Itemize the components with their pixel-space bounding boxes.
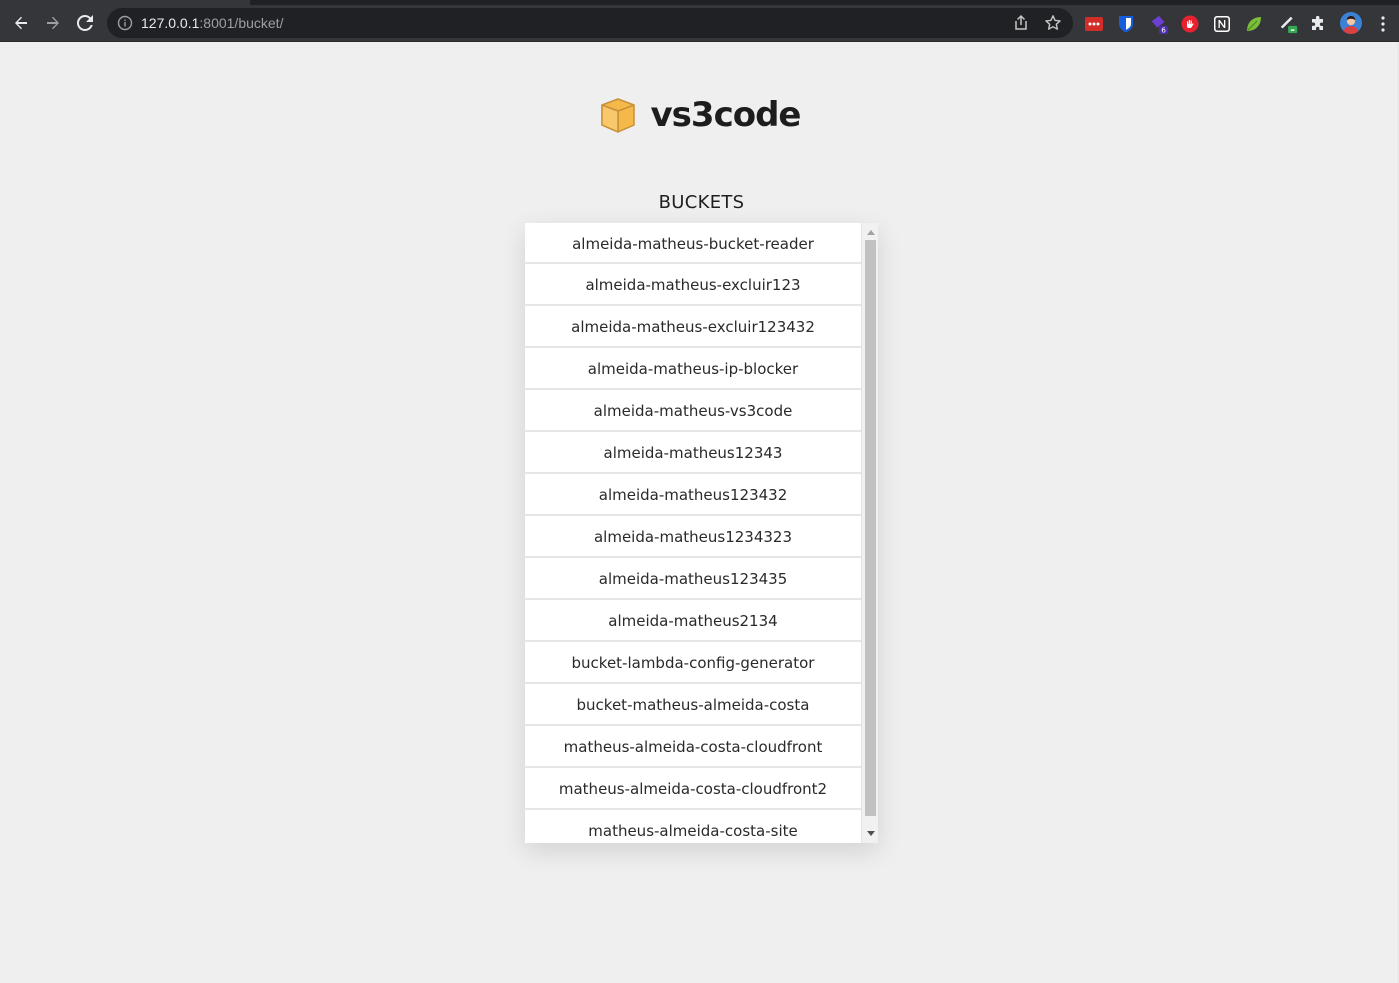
bucket-list-item[interactable]: bucket-lambda-config-generator bbox=[525, 642, 861, 684]
buckets-heading: BUCKETS bbox=[658, 192, 745, 213]
app-title: vs3code bbox=[650, 95, 802, 135]
bucket-list-item[interactable]: almeida-matheus-excluir123 bbox=[525, 264, 861, 306]
bucket-list-item[interactable]: bucket-matheus-almeida-costa bbox=[525, 684, 861, 726]
browser-menu-button[interactable] bbox=[1373, 14, 1393, 34]
url-text[interactable]: 127.0.0.1:8001/bucket/ bbox=[141, 15, 283, 31]
arrow-right-icon bbox=[47, 16, 59, 30]
info-icon[interactable] bbox=[117, 15, 133, 31]
reload-button[interactable] bbox=[71, 9, 99, 37]
arrow-left-icon bbox=[15, 16, 27, 30]
extension-purple-icon[interactable]: 6 bbox=[1149, 14, 1169, 35]
stop-hand-glyph bbox=[1181, 15, 1199, 33]
bucket-list-item[interactable]: almeida-matheus1234323 bbox=[525, 516, 861, 558]
forward-button[interactable] bbox=[39, 9, 67, 37]
address-bar[interactable]: 127.0.0.1:8001/bucket/ bbox=[107, 8, 1073, 38]
leaf-glyph bbox=[1247, 17, 1261, 31]
purple-extension-glyph: 6 bbox=[1151, 15, 1169, 35]
bucket-list-item[interactable]: almeida-matheus-bucket-reader bbox=[525, 223, 861, 264]
bucket-list-item[interactable]: almeida-matheus12343 bbox=[525, 432, 861, 474]
back-button[interactable] bbox=[7, 9, 35, 37]
bucket-list-item[interactable]: almeida-matheus-ip-blocker bbox=[525, 348, 861, 390]
extension-badge: 6 bbox=[1161, 26, 1166, 35]
bucket-list-item[interactable]: almeida-matheus2134 bbox=[525, 600, 861, 642]
bucket-list[interactable]: almeida-matheus-bucket-reader almeida-mat… bbox=[525, 223, 861, 843]
scroll-up-button[interactable] bbox=[862, 224, 878, 240]
caret-up-icon bbox=[866, 229, 875, 235]
reload-icon bbox=[77, 15, 93, 31]
browser-toolbar: 127.0.0.1:8001/bucket/ 6 bbox=[0, 5, 1399, 42]
ublock-icon[interactable] bbox=[1180, 14, 1200, 34]
bookmark-star-icon[interactable] bbox=[1044, 14, 1062, 32]
box-logo-icon bbox=[600, 98, 635, 133]
extensions-puzzle-icon[interactable] bbox=[1308, 14, 1328, 34]
bitwarden-icon[interactable] bbox=[1116, 14, 1136, 34]
bucket-list-item[interactable]: matheus-almeida-costa-cloudfront2 bbox=[525, 768, 861, 810]
bucket-list-panel[interactable]: almeida-matheus-bucket-reader almeida-mat… bbox=[525, 223, 878, 843]
pen-icon[interactable] bbox=[1279, 14, 1299, 34]
pen-glyph bbox=[1280, 16, 1298, 34]
url-path: :8001/bucket/ bbox=[199, 15, 284, 31]
bucket-list-item[interactable]: almeida-matheus123435 bbox=[525, 558, 861, 600]
bucket-list-item[interactable]: almeida-matheus-vs3code bbox=[525, 390, 861, 432]
scroll-thumb[interactable] bbox=[865, 240, 876, 816]
kebab-menu-icon bbox=[1381, 16, 1385, 32]
url-host: 127.0.0.1 bbox=[141, 15, 200, 31]
notion-glyph bbox=[1214, 16, 1230, 32]
caret-down-icon bbox=[866, 830, 875, 836]
app-header: vs3code bbox=[0, 95, 1399, 135]
bucket-list-item[interactable]: matheus-almeida-costa-cloudfront bbox=[525, 726, 861, 768]
bitwarden-glyph bbox=[1119, 16, 1133, 33]
bucket-list-item[interactable]: matheus-almeida-costa-site bbox=[525, 810, 861, 843]
bucket-list-item[interactable]: almeida-matheus123432 bbox=[525, 474, 861, 516]
puzzle-glyph bbox=[1312, 16, 1323, 30]
profile-avatar[interactable] bbox=[1339, 11, 1363, 35]
scroll-down-button[interactable] bbox=[862, 825, 878, 841]
lastpass-icon[interactable] bbox=[1084, 14, 1104, 34]
share-icon[interactable] bbox=[1012, 14, 1030, 32]
scrollbar[interactable] bbox=[861, 223, 878, 843]
bucket-list-item[interactable]: almeida-matheus-excluir123432 bbox=[525, 306, 861, 348]
notion-icon[interactable] bbox=[1212, 14, 1232, 34]
lastpass-glyph bbox=[1085, 17, 1103, 31]
leaf-icon[interactable] bbox=[1244, 14, 1264, 34]
avatar-icon bbox=[1340, 12, 1362, 34]
